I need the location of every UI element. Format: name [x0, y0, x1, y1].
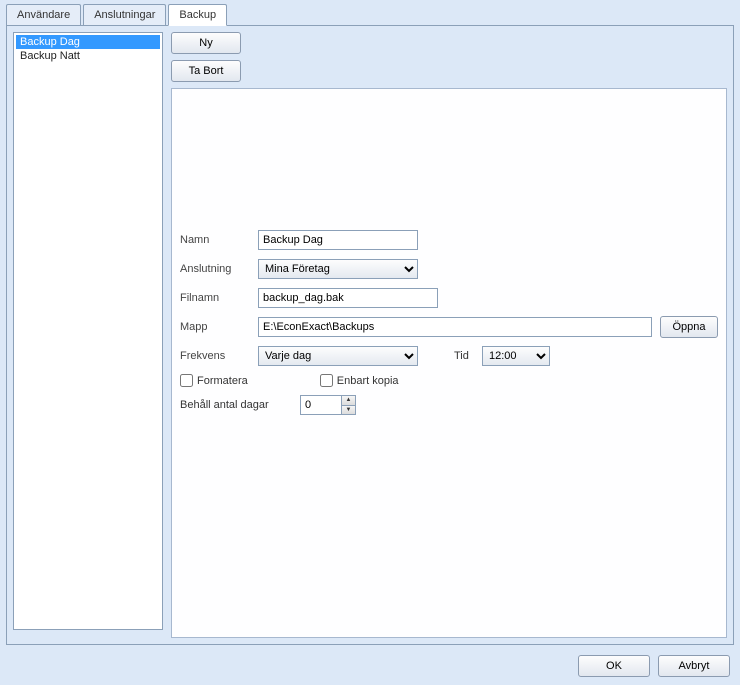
cancel-button[interactable]: Avbryt	[658, 655, 730, 677]
namn-input[interactable]	[258, 230, 418, 250]
label-frekvens: Frekvens	[180, 350, 258, 362]
form-block: Namn Anslutning Mina Företag Filnamn Map…	[180, 229, 718, 423]
button-column: Ny Ta Bort	[171, 32, 727, 82]
spinner-down-icon[interactable]: ▼	[342, 406, 355, 415]
filnamn-input[interactable]	[258, 288, 438, 308]
dialog-buttons: OK Avbryt	[578, 655, 730, 677]
tid-select[interactable]: 12:00	[482, 346, 550, 366]
ok-button[interactable]: OK	[578, 655, 650, 677]
label-mapp: Mapp	[180, 321, 258, 333]
tab-anslutningar[interactable]: Anslutningar	[83, 4, 166, 26]
anslutning-select[interactable]: Mina Företag	[258, 259, 418, 279]
delete-button[interactable]: Ta Bort	[171, 60, 241, 82]
behall-input[interactable]	[301, 396, 341, 414]
label-enbart-kopia: Enbart kopia	[337, 375, 399, 387]
label-anslutning: Anslutning	[180, 263, 258, 275]
label-namn: Namn	[180, 234, 258, 246]
open-button[interactable]: Öppna	[660, 316, 718, 338]
label-behall: Behåll antal dagar	[180, 399, 300, 411]
tab-anvandare[interactable]: Användare	[6, 4, 81, 26]
backup-list[interactable]: Backup Dag Backup Natt	[13, 32, 163, 630]
label-tid: Tid	[454, 350, 482, 362]
enbart-kopia-checkbox[interactable]	[320, 374, 333, 387]
list-item[interactable]: Backup Natt	[16, 49, 160, 63]
behall-spinner[interactable]: ▲ ▼	[300, 395, 356, 415]
formatera-checkbox[interactable]	[180, 374, 193, 387]
new-button[interactable]: Ny	[171, 32, 241, 54]
label-filnamn: Filnamn	[180, 292, 258, 304]
spinner-up-icon[interactable]: ▲	[342, 396, 355, 406]
list-item[interactable]: Backup Dag	[16, 35, 160, 49]
main-panel: Backup Dag Backup Natt Ny Ta Bort Namn A…	[6, 25, 734, 645]
label-formatera: Formatera	[197, 375, 248, 387]
mapp-input[interactable]	[258, 317, 652, 337]
tab-backup[interactable]: Backup	[168, 4, 227, 26]
detail-panel: Namn Anslutning Mina Företag Filnamn Map…	[171, 88, 727, 638]
frekvens-select[interactable]: Varje dag	[258, 346, 418, 366]
tab-strip: Användare Anslutningar Backup	[0, 0, 740, 26]
right-column: Ny Ta Bort Namn Anslutning Mina Företag …	[171, 32, 727, 638]
